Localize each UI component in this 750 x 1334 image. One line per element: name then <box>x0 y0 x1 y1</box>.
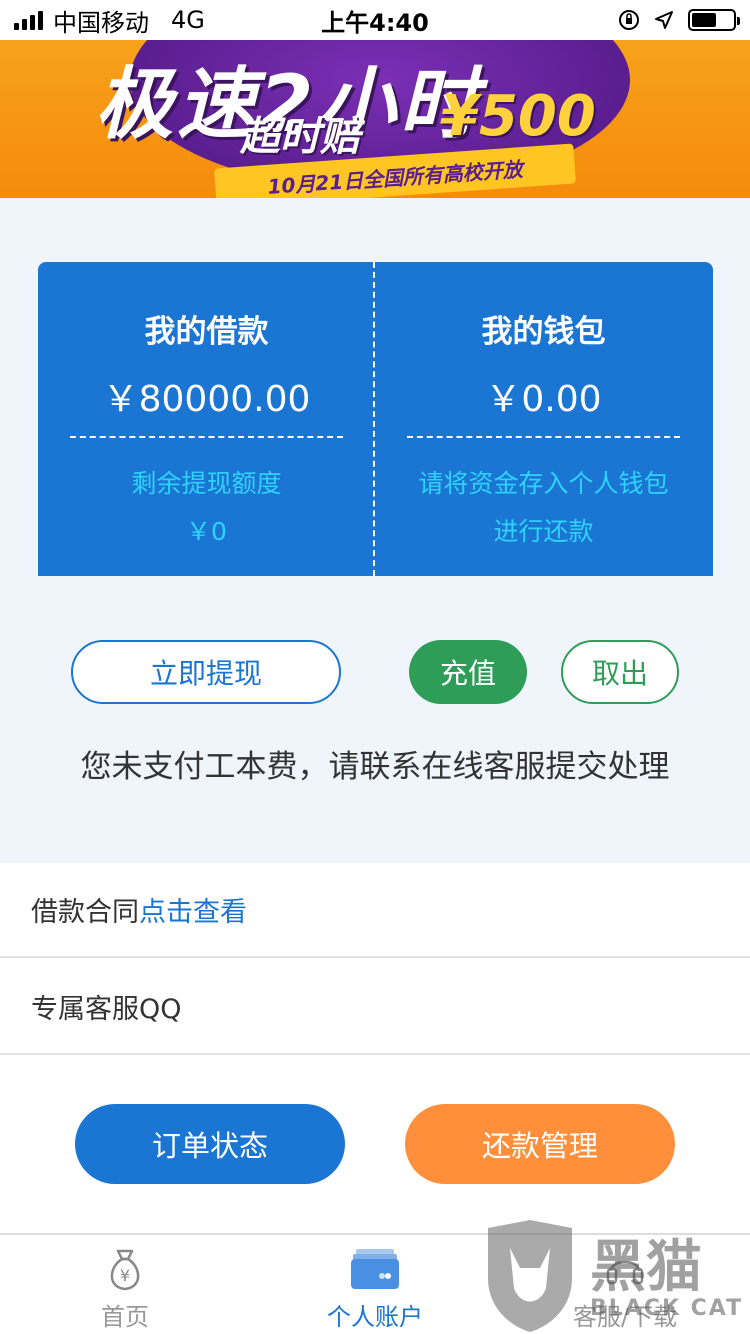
tab-account-label: 个人账户 <box>327 1303 423 1331</box>
service-icon <box>606 1260 644 1285</box>
contract-view-link[interactable]: 点击查看 <box>139 890 247 929</box>
wallet-title: 我的钱包 <box>481 314 606 350</box>
status-left: 中国移动 4G <box>14 3 205 38</box>
orientation-lock-icon <box>619 10 639 30</box>
tab-bar: ¥ 首页 个人账户 客服/下载 <box>0 1233 750 1334</box>
tab-home[interactable]: ¥ 首页 <box>0 1235 250 1334</box>
qq-service-label: 专属客服QQ <box>31 994 182 1025</box>
balance-card: 我的借款 ￥80000.00 剩余提现额度 ￥0 我的钱包 ￥0.00 请将资金… <box>38 262 713 576</box>
loan-panel[interactable]: 我的借款 ￥80000.00 剩余提现额度 ￥0 <box>38 262 375 576</box>
loan-quota-label: 剩余提现额度 <box>131 469 282 498</box>
tab-account[interactable]: 个人账户 <box>250 1235 500 1334</box>
wallet-panel[interactable]: 我的钱包 ￥0.00 请将资金存入个人钱包 进行还款 <box>375 262 712 576</box>
signal-icon <box>14 10 43 30</box>
wallet-note-line2: 进行还款 <box>493 517 594 546</box>
contract-label: 借款合同 <box>31 897 139 928</box>
svg-text:¥: ¥ <box>120 1266 130 1285</box>
wallet-amount: ￥0.00 <box>485 379 602 420</box>
loan-amount: ￥80000.00 <box>102 379 311 420</box>
wallet-icon <box>351 1249 399 1289</box>
wallet-divider <box>407 436 680 438</box>
carrier-text: 中国移动 <box>53 8 149 37</box>
tab-service-label: 客服/下载 <box>572 1303 678 1331</box>
promo-banner[interactable]: 极速2小时 超时赔 ¥500 10月21日全国所有高校开放 <box>0 40 750 198</box>
order-status-button[interactable]: 订单状态 <box>75 1104 345 1184</box>
battery-icon <box>688 9 740 31</box>
page: 中国移动 4G 上午4:40 极速2小时 超时赔 ¥500 10月21日全国所有… <box>0 0 750 1334</box>
status-right <box>618 9 740 31</box>
tab-home-label: 首页 <box>101 1303 149 1331</box>
withdraw-button[interactable]: 立即提现 <box>71 640 341 704</box>
banner-amount: ¥500 <box>440 84 596 149</box>
contract-row: 借款合同 点击查看 <box>0 863 750 958</box>
notice-text: 您未支付工本费，请联系在线客服提交处理 <box>80 749 670 785</box>
repay-manage-button[interactable]: 还款管理 <box>405 1104 675 1184</box>
loan-title: 我的借款 <box>144 314 269 350</box>
qq-service-row[interactable]: 专属客服QQ <box>0 960 750 1055</box>
status-bar: 中国移动 4G 上午4:40 <box>0 0 750 40</box>
banner-subline: 超时赔 <box>240 114 360 160</box>
loan-divider <box>70 436 343 438</box>
wallet-note-line1: 请将资金存入个人钱包 <box>418 469 669 498</box>
takeout-button[interactable]: 取出 <box>561 640 679 704</box>
loan-quota-value: ￥0 <box>186 517 227 546</box>
recharge-button[interactable]: 充值 <box>409 640 527 704</box>
money-bag-icon: ¥ <box>110 1249 140 1291</box>
tab-service[interactable]: 客服/下载 <box>500 1235 750 1334</box>
location-icon <box>655 11 673 29</box>
network-text: 4G <box>171 6 205 34</box>
account-section: 我的借款 ￥80000.00 剩余提现额度 ￥0 我的钱包 ￥0.00 请将资金… <box>0 198 750 863</box>
